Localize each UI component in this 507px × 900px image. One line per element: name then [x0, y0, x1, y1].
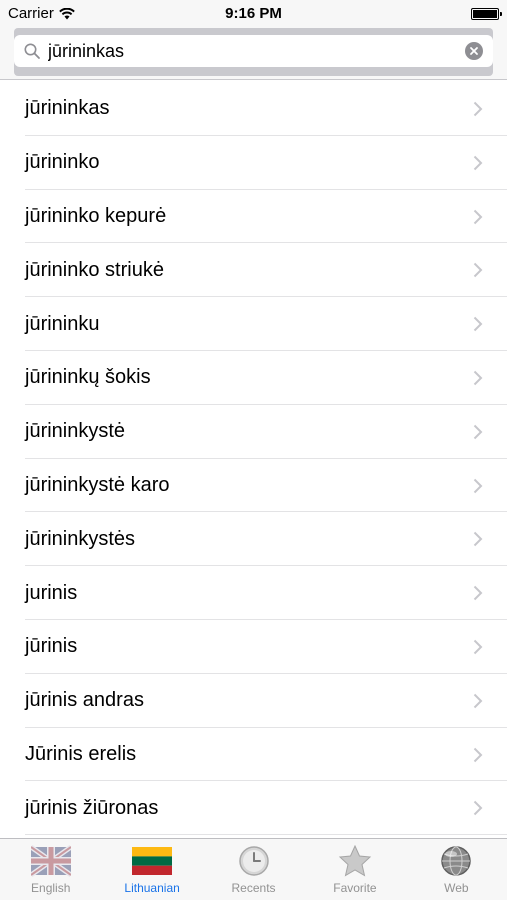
- status-bar: Carrier 9:16 PM: [0, 0, 507, 26]
- list-item-label: jūrininko striukė: [25, 258, 164, 281]
- list-item-label: jūrininkystė karo: [25, 473, 170, 496]
- list-item-label: jūrininko: [25, 151, 100, 174]
- chevron-right-icon: [473, 101, 483, 117]
- list-item-label: jurinis: [25, 581, 78, 604]
- list-item-label: jūrininku: [25, 312, 100, 335]
- chevron-right-icon: [473, 370, 483, 386]
- tab-recents[interactable]: Recents: [203, 839, 304, 900]
- list-item[interactable]: jūrinis andras: [0, 674, 507, 728]
- list-item-label: jūrinis andras: [25, 689, 144, 712]
- chevron-right-icon: [473, 639, 483, 655]
- list-item-label: jūrininkų šokis: [25, 366, 151, 389]
- list-item[interactable]: jūrininkystė: [0, 405, 507, 459]
- chevron-right-icon: [473, 155, 483, 171]
- chevron-right-icon: [473, 532, 483, 547]
- chevron-right-icon: [473, 263, 483, 278]
- tab-label-web: Web: [444, 881, 469, 895]
- list-item-label: Jūrinis erelis: [25, 742, 137, 765]
- search-icon: [24, 43, 40, 59]
- battery-icon: [471, 8, 502, 20]
- list-item[interactable]: jūrininkystės: [0, 512, 507, 566]
- tab-label-english: English: [31, 881, 71, 895]
- list-item-label: jūrinis žiūronas: [25, 796, 159, 819]
- tab-label-favorite: Favorite: [333, 881, 377, 895]
- lithuania-flag-icon: [132, 847, 173, 875]
- list-item-label: jūrininkystės: [25, 527, 136, 550]
- list-item[interactable]: jūrininko kepurė: [0, 190, 507, 244]
- list-item[interactable]: jūrininkystė karo: [0, 459, 507, 513]
- tab-favorite[interactable]: Favorite: [304, 839, 405, 900]
- tab-english[interactable]: English: [0, 839, 101, 900]
- list-item[interactable]: jūrininkų šokis: [0, 351, 507, 405]
- chevron-right-icon: [473, 693, 483, 708]
- list-item-label: jūrininko kepurė: [25, 204, 167, 227]
- list-item[interactable]: jūrininku: [0, 297, 507, 351]
- chevron-right-icon: [473, 209, 483, 224]
- list-item[interactable]: Jūrinis erelis: [0, 728, 507, 782]
- uk-flag-icon: [30, 845, 71, 877]
- status-time: 9:16 PM: [225, 5, 282, 22]
- list-item-label: jūrininkystė: [25, 420, 126, 443]
- list-item[interactable]: jurinis: [0, 566, 507, 620]
- chevron-right-icon: [473, 478, 483, 493]
- list-item[interactable]: jūrininko striukė: [0, 243, 507, 297]
- globe-icon: [441, 846, 472, 876]
- results-list: jūrininkas jūrininko jūrininko kepurė jūrin…: [0, 82, 507, 835]
- search-field[interactable]: [14, 35, 493, 67]
- clear-search-icon[interactable]: [465, 42, 483, 60]
- tab-label-lithuanian: Lithuanian: [124, 881, 180, 895]
- tab-lithuanian[interactable]: Lithuanian: [101, 839, 202, 900]
- tab-label-recents: Recents: [231, 881, 276, 895]
- tab-web[interactable]: Web: [406, 839, 507, 900]
- chevron-right-icon: [473, 747, 483, 762]
- list-item[interactable]: jūrininko: [0, 136, 507, 190]
- list-item[interactable]: jūrininkas: [0, 82, 507, 136]
- star-icon: [338, 845, 372, 877]
- list-item-label: jūrininkas: [25, 97, 110, 120]
- tab-bar: English Lithuanian Recents Favorite Web: [0, 838, 507, 900]
- list-item[interactable]: jūrinis žiūronas: [0, 781, 507, 835]
- clock-icon: [238, 846, 269, 876]
- chevron-right-icon: [473, 801, 483, 816]
- chevron-right-icon: [473, 424, 483, 439]
- search-bar: [0, 26, 507, 80]
- list-item-label: jūrinis: [25, 635, 78, 658]
- chevron-right-icon: [473, 585, 483, 601]
- list-item[interactable]: jūrinis: [0, 620, 507, 674]
- search-input[interactable]: [48, 35, 453, 67]
- chevron-right-icon: [473, 316, 483, 332]
